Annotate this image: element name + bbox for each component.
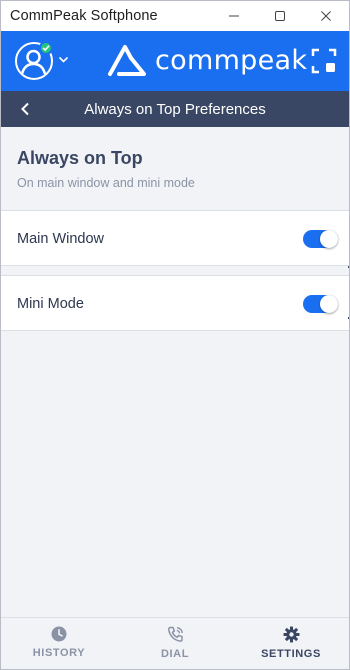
softphone-window: CommPeak Softphone commpeak Always on To… (0, 0, 350, 670)
minimize-icon (229, 15, 239, 17)
window-controls (211, 1, 349, 31)
check-icon (42, 45, 50, 52)
main-window-toggle[interactable] (303, 230, 338, 248)
app-header: commpeak (1, 31, 349, 91)
back-button[interactable] (15, 99, 35, 119)
section-title: Always on Top (17, 148, 143, 168)
status-badge (39, 41, 53, 55)
nav-settings[interactable]: SETTINGS (233, 618, 349, 669)
nav-dial[interactable]: DIAL (117, 618, 233, 669)
nav-label: HISTORY (32, 647, 86, 659)
chevron-down-icon[interactable] (58, 56, 69, 64)
commpeak-logo-icon (108, 45, 146, 76)
title-bar: CommPeak Softphone (1, 1, 349, 31)
toggle-knob (320, 295, 338, 313)
section-header: Always on Top On main window and mini mo… (1, 127, 349, 210)
brand-logo: commpeak (107, 43, 307, 77)
bottom-navigation: HISTORY DIAL SETTINGS (1, 617, 349, 669)
clock-icon (51, 626, 67, 642)
setting-label: Main Window (17, 231, 105, 247)
nav-history[interactable]: HISTORY (1, 618, 117, 669)
chevron-left-icon (21, 102, 29, 116)
window-title: CommPeak Softphone (10, 8, 158, 24)
nav-label: SETTINGS (261, 648, 321, 660)
gear-icon (283, 626, 299, 643)
minimize-button[interactable] (211, 1, 257, 31)
page-header: Always on Top Preferences (1, 91, 349, 127)
nav-label: DIAL (160, 648, 190, 660)
setting-row-main-window: Main Window (1, 210, 349, 266)
phone-icon (167, 626, 183, 642)
maximize-icon (275, 11, 285, 21)
maximize-button[interactable] (257, 1, 303, 31)
toggle-knob (320, 230, 338, 248)
section-subtitle: On main window and mini mode (17, 176, 195, 190)
close-icon (321, 11, 331, 21)
page-title: Always on Top Preferences (84, 100, 266, 118)
mini-mode-toggle[interactable] (303, 295, 338, 313)
brand-name: commpeak (155, 44, 308, 76)
expand-icon[interactable] (311, 48, 337, 74)
close-button[interactable] (303, 1, 349, 31)
setting-row-mini-mode: Mini Mode (1, 275, 349, 331)
setting-label: Mini Mode (17, 296, 84, 312)
